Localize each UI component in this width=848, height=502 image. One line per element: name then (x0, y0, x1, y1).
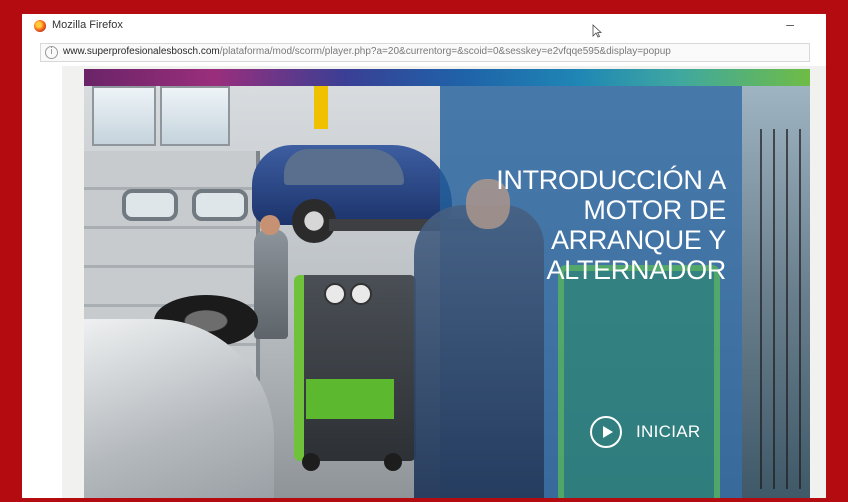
cable-rack (754, 129, 804, 489)
slide-title-line: MOTOR DE (583, 195, 726, 225)
color-stripe (84, 69, 810, 86)
title-bar: Mozilla Firefox – (22, 14, 826, 40)
cart-wheel (384, 453, 402, 471)
slide-title-line: ALTERNADOR (546, 255, 726, 285)
diagnostic-cart (558, 265, 720, 498)
address-bar[interactable]: i www.superprofesionalesbosch.com/plataf… (40, 43, 810, 62)
mechanic-head (260, 215, 280, 235)
slide-title-line: INTRODUCCIÓN A (496, 165, 726, 195)
gauge-icon (350, 283, 372, 305)
window-title: Mozilla Firefox (52, 19, 123, 31)
cart-wheel (302, 453, 320, 471)
play-icon[interactable] (590, 416, 622, 448)
page-content: INTRODUCCIÓN A MOTOR DE ARRANQUE Y ALTER… (62, 66, 826, 498)
door-window (192, 189, 248, 221)
slide-title-line: ARRANQUE Y (550, 225, 726, 255)
course-slide: INTRODUCCIÓN A MOTOR DE ARRANQUE Y ALTER… (84, 69, 810, 498)
machine-panel (306, 379, 394, 419)
garage-window (92, 86, 156, 146)
firefox-icon (34, 20, 46, 32)
info-icon[interactable]: i (45, 46, 58, 59)
start-button[interactable]: INICIAR (590, 414, 700, 450)
door-window (122, 189, 178, 221)
slide-title: INTRODUCCIÓN A MOTOR DE ARRANQUE Y ALTER… (464, 165, 726, 285)
car-window (284, 149, 404, 185)
mechanic-body (254, 229, 288, 339)
garage-window (160, 86, 230, 146)
gauge-icon (324, 283, 346, 305)
url-text[interactable]: www.superprofesionalesbosch.com/platafor… (63, 46, 671, 57)
mouse-cursor-icon (592, 24, 602, 38)
browser-window: Mozilla Firefox – i www.superprofesional… (22, 14, 826, 498)
url-path: /plataforma/mod/scorm/player.php?a=20&cu… (219, 46, 671, 57)
start-label[interactable]: INICIAR (636, 422, 700, 442)
url-domain: www.superprofesionalesbosch.com (63, 46, 220, 57)
minimize-icon[interactable]: – (786, 16, 794, 32)
